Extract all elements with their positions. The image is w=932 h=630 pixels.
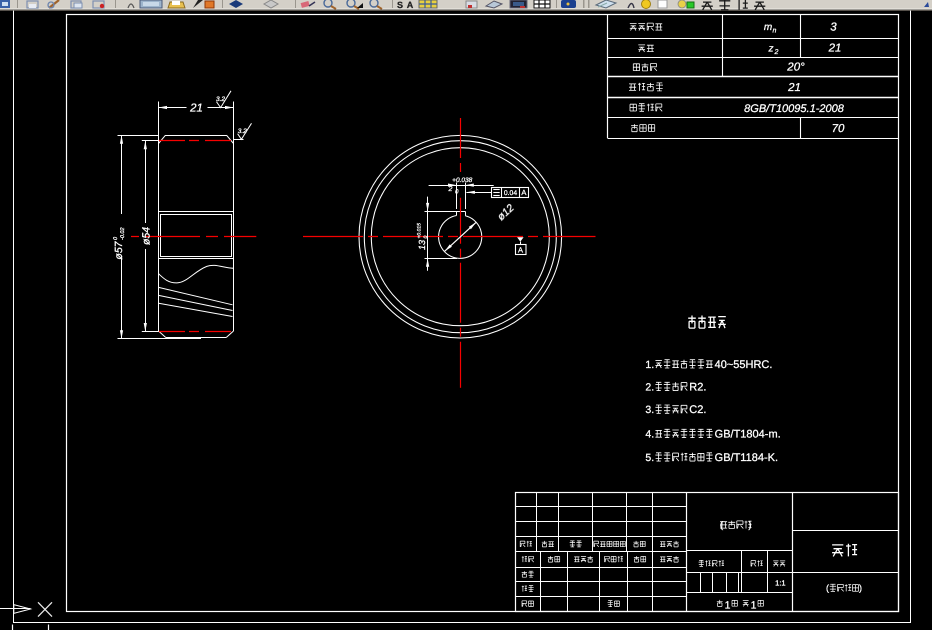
svg-text:GB/T1804-m.: GB/T1804-m. (715, 428, 781, 440)
svg-text:0: 0 (423, 236, 429, 239)
svg-text:2: 2 (774, 49, 779, 56)
svg-text:m: m (764, 22, 772, 33)
svg-text:+0.038: +0.038 (452, 177, 472, 184)
svg-text:21: 21 (189, 103, 203, 115)
svg-text:ø57: ø57 (113, 240, 125, 259)
svg-text:+0.015: +0.015 (417, 223, 423, 239)
svg-text:1: 1 (725, 600, 731, 612)
svg-text:70: 70 (832, 123, 845, 135)
svg-text:z: z (768, 44, 774, 55)
svg-text:3.2: 3.2 (238, 128, 247, 135)
svg-text:): ) (859, 583, 862, 593)
svg-text:21: 21 (787, 82, 801, 94)
svg-text:21: 21 (828, 43, 842, 55)
svg-text:A: A (407, 0, 414, 10)
svg-text:0.04: 0.04 (504, 190, 517, 197)
svg-text:2: 2 (448, 186, 453, 193)
svg-text:5.: 5. (645, 452, 654, 464)
svg-text:1.: 1. (645, 359, 654, 371)
svg-text:A: A (521, 188, 526, 197)
svg-text:3.: 3. (645, 404, 654, 416)
svg-text:): ) (748, 520, 751, 531)
svg-text:1:1: 1:1 (775, 578, 785, 587)
svg-text:S: S (397, 0, 403, 10)
svg-text:8GB/T10095.1-2008: 8GB/T10095.1-2008 (744, 103, 845, 115)
svg-text:40~55HRC.: 40~55HRC. (715, 359, 773, 371)
svg-text:-0.02: -0.02 (120, 227, 126, 240)
svg-text:3.2: 3.2 (216, 96, 225, 103)
svg-text:C2.: C2. (689, 404, 706, 416)
svg-text:4.: 4. (645, 428, 654, 440)
svg-text:(: ( (826, 583, 829, 593)
svg-text:13: 13 (417, 240, 427, 250)
svg-text:1: 1 (751, 600, 757, 612)
svg-text:GB/T1184-K.: GB/T1184-K. (715, 452, 778, 464)
svg-text:3: 3 (830, 22, 837, 34)
svg-text:R2.: R2. (689, 381, 706, 393)
svg-text:A: A (518, 245, 523, 254)
svg-text:ø54: ø54 (141, 227, 153, 245)
svg-text:n: n (773, 28, 777, 35)
svg-text:20°: 20° (786, 62, 805, 74)
svg-text:2.: 2. (645, 381, 654, 393)
